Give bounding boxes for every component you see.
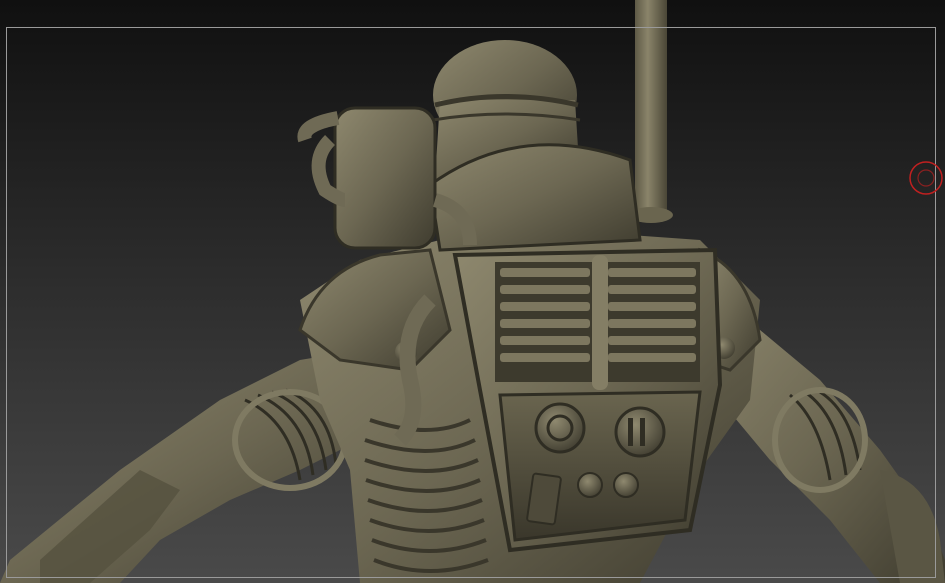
target-circle-icon[interactable]	[908, 160, 944, 196]
knob-small-1	[577, 472, 603, 498]
dial-large	[534, 402, 586, 454]
astronaut-model[interactable]	[0, 0, 945, 583]
oxygen-tank	[333, 106, 437, 250]
antenna-pole	[635, 0, 667, 220]
knob-small-2	[613, 472, 639, 498]
sculpt-viewport[interactable]	[0, 0, 945, 583]
panel-switch	[526, 472, 562, 526]
